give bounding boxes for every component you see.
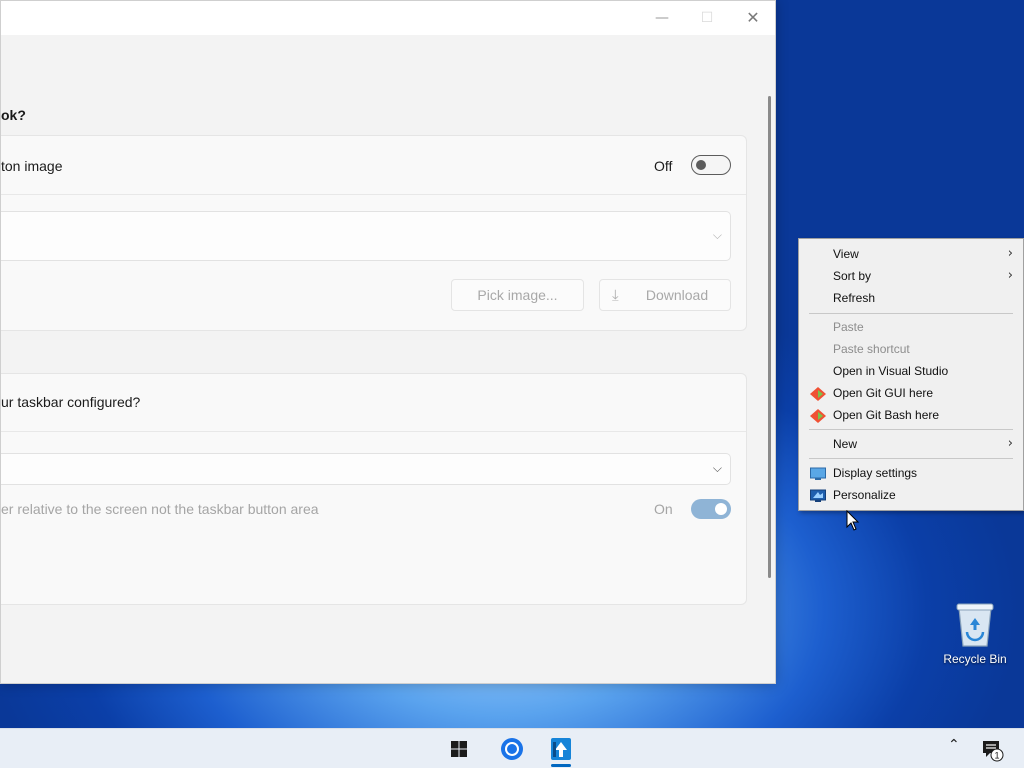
git-icon [810,408,826,423]
taskbar-config-dropdown[interactable]: ⌵ [1,453,731,485]
toggle-state-text: Off [654,158,673,174]
relative-position-toggle[interactable] [691,499,731,519]
chevron-down-icon: ⌵ [712,227,722,242]
start-button[interactable] [439,733,479,765]
menu-item-open-in-visual-studio[interactable]: Open in Visual Studio [799,360,1023,382]
recycle-bin-icon [953,600,997,648]
close-button[interactable]: ✕ [737,5,769,31]
notification-count: 1 [994,751,999,761]
menu-item-paste[interactable]: Paste [799,316,1023,338]
menu-item-new[interactable]: New › [799,433,1023,455]
download-label: Download [645,287,709,303]
menu-item-label: Refresh [833,291,876,305]
maximize-button[interactable]: ☐ [691,5,723,31]
minimize-button[interactable]: — [646,5,678,31]
recycle-bin-label: Recycle Bin [943,652,1007,666]
menu-item-label: Sort by [833,269,872,283]
settings-window: — ☐ ✕ ok? ton image Off ⌵ Pick image... … [0,0,776,684]
chrome-taskbar-button[interactable] [492,733,532,765]
title-bar: — ☐ ✕ [1,1,775,35]
chevron-down-icon: ⌵ [712,460,722,475]
scrollbar[interactable] [768,96,771,578]
menu-item-label: Open in Visual Studio [833,364,949,378]
recycle-bin[interactable]: Recycle Bin [936,600,1014,666]
menu-item-label: New [833,437,858,451]
section-heading: ok? [1,107,26,123]
menu-item-sort-by[interactable]: Sort by › [799,265,1023,287]
download-icon: ⤓ [612,286,619,304]
menu-separator [809,429,1013,430]
taskbar-question: ur taskbar configured? [1,394,141,410]
personalize-icon [810,488,826,502]
notification-center-button[interactable]: 1 [972,733,1012,765]
chevron-right-icon: › [1007,436,1013,451]
menu-item-open-git-gui[interactable]: Open Git GUI here [799,382,1023,404]
active-indicator [551,764,571,767]
menu-item-label: View [833,247,859,261]
menu-item-refresh[interactable]: Refresh [799,287,1023,309]
taskbar-config-card: ur taskbar configured? ⌵ er relative to … [1,373,747,605]
notification-icon: 1 [983,741,1004,762]
taskbar: ⌃ 1 [0,728,1024,768]
menu-item-label: Display settings [833,466,918,480]
menu-item-paste-shortcut[interactable]: Paste shortcut [799,338,1023,360]
desktop-context-menu: View › Sort by › Refresh Paste Paste sho… [798,238,1024,511]
divider [1,431,746,432]
download-button[interactable]: ⤓ Download [599,279,731,311]
button-image-toggle[interactable] [691,155,731,175]
mouse-cursor-icon [846,509,860,532]
menu-separator [809,458,1013,459]
menu-item-label: Open Git Bash here [833,408,940,422]
toggle-row-label: ton image [1,158,63,174]
relative-row-label: er relative to the screen not the taskba… [1,501,319,517]
chevron-right-icon: › [1007,268,1013,283]
start-icon [451,741,467,757]
image-select-dropdown[interactable]: ⌵ [1,211,731,261]
chrome-icon [501,738,523,760]
menu-item-personalize[interactable]: Personalize [799,484,1023,506]
relative-toggle-state-text: On [654,501,673,517]
menu-item-label: Open Git GUI here [833,386,934,400]
menu-item-label: Paste [833,320,864,334]
display-icon [810,466,826,480]
menu-item-display-settings[interactable]: Display settings [799,462,1023,484]
git-icon [810,386,826,401]
menu-item-open-git-bash[interactable]: Open Git Bash here [799,404,1023,426]
menu-item-label: Paste shortcut [833,342,910,356]
divider [1,194,746,195]
pick-image-button[interactable]: Pick image... [451,279,584,311]
app-icon [551,738,571,760]
show-hidden-icons-chevron-icon[interactable]: ⌃ [948,737,960,753]
app-taskbar-button[interactable] [541,733,581,767]
menu-item-label: Personalize [833,488,896,502]
chevron-right-icon: › [1007,246,1013,261]
menu-item-view[interactable]: View › [799,243,1023,265]
menu-separator [809,313,1013,314]
button-image-card: ton image Off ⌵ Pick image... ⤓ Download [1,135,747,331]
